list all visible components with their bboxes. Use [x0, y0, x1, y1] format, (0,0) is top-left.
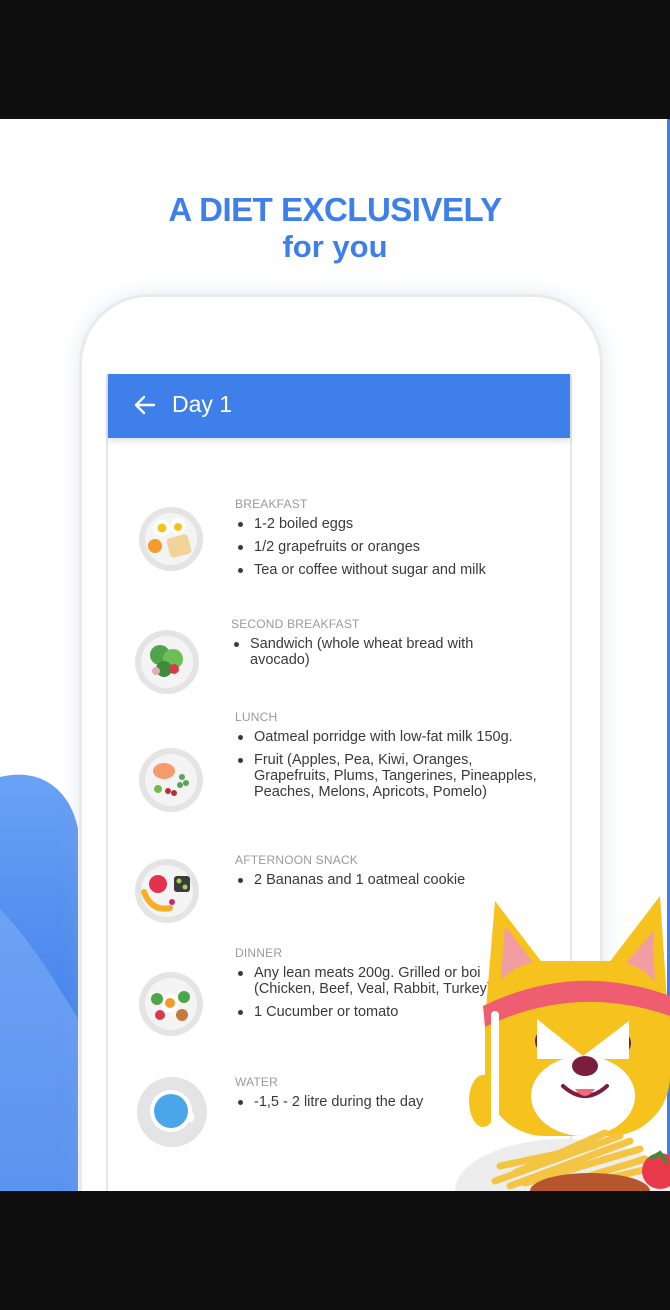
promo-subheadline: for you — [282, 229, 388, 264]
page-title: Day 1 — [172, 391, 233, 417]
letterbox-top — [0, 0, 670, 119]
water-glass-icon — [137, 1077, 207, 1147]
lunch-plate-icon — [139, 748, 203, 812]
corgi-mascot-illustration — [455, 896, 670, 1191]
list-item: Fruit (Apples, Pea, Kiwi, Oranges, Grape… — [236, 752, 541, 800]
meal-item-list: Oatmeal porridge with low-fat milk 150g.… — [236, 729, 541, 807]
meal-item-list: 2 Bananas and 1 oatmeal cookie — [236, 872, 465, 895]
meal-label: AFTERNOON SNACK — [235, 853, 359, 867]
dinner-plate-icon — [139, 972, 203, 1036]
meal-label: WATER — [235, 1075, 278, 1089]
meal-item-list: Sandwich (whole wheat bread with avocado… — [232, 636, 502, 675]
meal-item-list: 1-2 boiled eggs 1/2 grapefruits or orang… — [236, 516, 486, 585]
list-item: 1-2 boiled eggs — [236, 516, 486, 532]
letterbox-bottom — [0, 1191, 670, 1310]
meal-item-list: -1,5 - 2 litre during the day — [236, 1094, 423, 1117]
meal-label: BREAKFAST — [235, 497, 308, 511]
list-item: Tea or coffee without sugar and milk — [236, 562, 486, 578]
meal-label: DINNER — [235, 946, 283, 960]
list-item: 1/2 grapefruits or oranges — [236, 539, 486, 555]
app-bar: Day 1 — [108, 374, 570, 438]
list-item: Sandwich (whole wheat bread with avocado… — [232, 636, 502, 668]
meal-label: SECOND BREAKFAST — [231, 617, 360, 631]
list-item: -1,5 - 2 litre during the day — [236, 1094, 423, 1110]
promo-canvas: A DIET EXCLUSIVELY for you Day 1 BREAKFA… — [0, 119, 670, 1191]
meal-label: LUNCH — [235, 710, 278, 724]
arrow-left-icon[interactable] — [132, 392, 158, 418]
list-item: 2 Bananas and 1 oatmeal cookie — [236, 872, 465, 888]
list-item: Oatmeal porridge with low-fat milk 150g. — [236, 729, 541, 745]
eggs-toast-plate-icon — [139, 507, 203, 571]
promo-headline: A DIET EXCLUSIVELY — [168, 191, 502, 228]
fruit-snack-plate-icon — [135, 859, 199, 923]
salad-plate-icon — [135, 630, 199, 694]
